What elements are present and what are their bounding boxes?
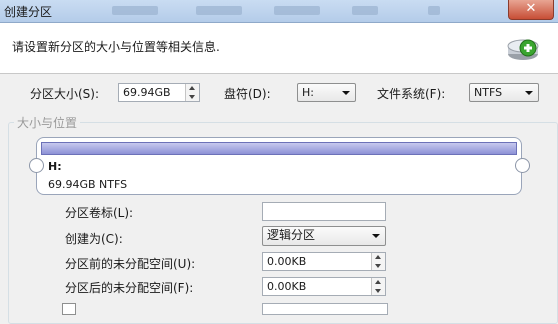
spin-down-icon[interactable] [189, 95, 195, 99]
volume-label-label: 分区卷标(L): [65, 206, 134, 220]
window-title: 创建分区 [4, 5, 53, 19]
spin-up-icon[interactable] [375, 280, 381, 284]
size-value: 69.94GB [123, 86, 171, 99]
size-label: 分区大小(S): [30, 87, 100, 101]
right-resize-handle[interactable] [515, 158, 530, 173]
checkbox[interactable] [62, 303, 76, 315]
chevron-down-icon [342, 91, 350, 95]
chevron-down-icon [372, 234, 380, 238]
blurred-title-segment [428, 6, 440, 15]
left-resize-handle[interactable] [29, 158, 44, 173]
create-as-value: 逻辑分区 [267, 228, 316, 242]
space-before-spinner[interactable] [371, 253, 385, 270]
space-before-input[interactable]: 0.00KB [262, 252, 386, 271]
partition-preview: H: 69.94GB NTFS [36, 137, 522, 195]
partition-bar[interactable] [41, 142, 517, 155]
drive-value: H: [302, 86, 314, 99]
close-button[interactable]: ✕ [508, 0, 554, 20]
blurred-title-segment [274, 6, 320, 15]
fs-select[interactable]: NTFS [469, 83, 539, 102]
space-after-label: 分区后的未分配空间(F): [65, 281, 194, 295]
space-after-spinner[interactable] [371, 278, 385, 295]
add-partition-icon [507, 39, 539, 60]
dialog-header: 请设置新分区的大小与位置等相关信息. [0, 23, 558, 74]
preview-drive: H: [48, 160, 62, 173]
fs-label: 文件系统(F): [377, 87, 446, 101]
space-before-value: 0.00KB [267, 255, 307, 268]
fs-value: NTFS [474, 86, 503, 99]
volume-label-input[interactable] [262, 202, 386, 221]
space-before-label: 分区前的未分配空间(U): [65, 257, 196, 271]
group-legend: 大小与位置 [14, 114, 81, 131]
spin-up-icon[interactable] [189, 86, 195, 90]
bottom-input[interactable] [262, 303, 388, 315]
header-description: 请设置新分区的大小与位置等相关信息. [12, 40, 220, 54]
chevron-down-icon [525, 91, 533, 95]
size-spinner[interactable] [185, 84, 199, 101]
blurred-title-segment [352, 6, 378, 15]
spin-down-icon[interactable] [375, 264, 381, 268]
blurred-title-segment [196, 6, 242, 15]
title-bar: 创建分区 ✕ [0, 0, 558, 23]
drive-select[interactable]: H: [297, 83, 356, 102]
size-input[interactable]: 69.94GB [118, 83, 200, 102]
spin-up-icon[interactable] [375, 255, 381, 259]
close-icon: ✕ [525, 1, 537, 16]
space-after-input[interactable]: 0.00KB [262, 277, 386, 296]
space-after-value: 0.00KB [267, 280, 307, 293]
preview-size: 69.94GB NTFS [48, 178, 128, 191]
create-as-label: 创建为(C): [65, 232, 123, 246]
spin-down-icon[interactable] [375, 289, 381, 293]
create-as-select[interactable]: 逻辑分区 [262, 226, 386, 246]
blurred-title-segment [112, 6, 158, 15]
drive-label: 盘符(D): [224, 87, 271, 101]
